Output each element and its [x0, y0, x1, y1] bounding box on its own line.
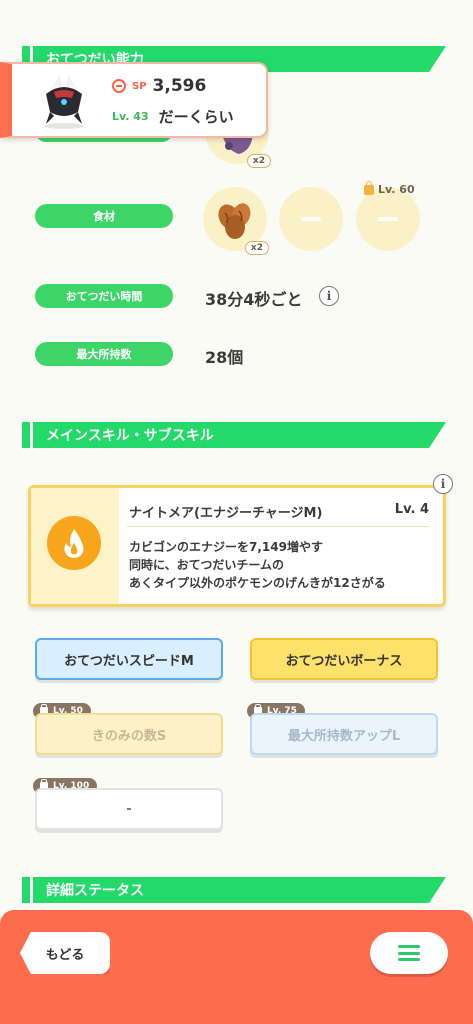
- sub-skill-5[interactable]: -: [35, 788, 223, 830]
- sub-skill-label: きのみの数S: [91, 728, 167, 744]
- level-row: Lv. 43 だーくらい: [112, 106, 234, 127]
- empty-slot-dash: [301, 217, 321, 221]
- max-carry-label: 最大所持数: [76, 348, 132, 361]
- help-time-pill: おてつだい時間: [35, 284, 173, 308]
- sub-skill-label: おてつだいスピードM: [64, 653, 194, 669]
- ingredient-slot-2[interactable]: [279, 187, 343, 251]
- section-header-skills: メインスキル・サブスキル: [22, 422, 446, 448]
- sub-skill-2[interactable]: おてつだいボーナス: [250, 638, 438, 680]
- section-title: 詳細ステータス: [46, 883, 144, 899]
- pokemon-image: [32, 70, 96, 130]
- pokemon-nickname: だーくらい: [158, 108, 234, 126]
- menu-button[interactable]: [370, 932, 448, 974]
- flame-icon: [47, 516, 101, 570]
- section-header-details: 詳細ステータス: [22, 877, 446, 903]
- max-carry-pill: 最大所持数: [35, 342, 173, 366]
- sub-skill-1[interactable]: おてつだいスピードM: [35, 638, 223, 680]
- section-title: メインスキル・サブスキル: [46, 428, 214, 444]
- ingredient-slot-3[interactable]: [356, 187, 420, 251]
- hamburger-icon: [398, 945, 420, 961]
- main-skill-level: Lv. 4: [394, 502, 429, 517]
- skill-icon-panel: [31, 488, 119, 604]
- sp-value: 3,596: [152, 76, 207, 96]
- info-icon[interactable]: i: [319, 286, 339, 306]
- main-skill-name: ナイトメア(エナジーチャージM): [129, 506, 323, 521]
- ingredient-lock-level: Lv. 60: [364, 180, 415, 196]
- max-carry-value: 28個: [205, 348, 244, 367]
- help-time-label: おてつだい時間: [65, 290, 143, 303]
- pokeball-icon: [112, 79, 126, 93]
- sp-label: SP: [132, 80, 147, 92]
- desc-line: カビゴンのエナジーを7,149増やす: [129, 540, 323, 554]
- footer-bar: もどる: [0, 910, 473, 1024]
- desc-line: あくタイプ以外のポケモンのげんきが12さがる: [129, 576, 386, 590]
- ingredients-pill: 食材: [35, 204, 173, 228]
- ingredients-label: 食材: [93, 210, 115, 223]
- back-button-label: もどる: [45, 947, 85, 963]
- divider: [127, 526, 429, 527]
- level-label: Lv. 43: [112, 110, 149, 123]
- sub-skill-4[interactable]: 最大所持数アップL: [250, 713, 438, 755]
- pokemon-header-card: SP 3,596 Lv. 43 だーくらい: [0, 62, 268, 138]
- help-time-value: 38分4秒ごと: [205, 290, 303, 309]
- ingredient-slot-1[interactable]: x2: [203, 187, 269, 255]
- sub-skill-label: -: [126, 801, 132, 817]
- sub-skill-3[interactable]: きのみの数S: [35, 713, 223, 755]
- back-button[interactable]: もどる: [20, 932, 110, 974]
- sub-skill-label: 最大所持数アップL: [287, 728, 401, 744]
- sub-skill-label: おてつだいボーナス: [285, 653, 403, 669]
- empty-slot-dash: [378, 217, 398, 221]
- desc-line: 同時に、おてつだいチームの: [129, 558, 285, 572]
- ingredient-count-badge: x2: [244, 241, 269, 255]
- main-skill-description: カビゴンのエナジーを7,149増やす 同時に、おてつだいチームの あくタイプ以外…: [129, 538, 386, 592]
- lock-level-text: Lv. 60: [378, 183, 415, 196]
- lock-icon: [364, 180, 374, 195]
- sp-row: SP 3,596: [112, 76, 206, 96]
- berry-count-badge: x2: [246, 154, 271, 168]
- skill-info-icon[interactable]: i: [433, 474, 453, 494]
- main-skill-card[interactable]: ナイトメア(エナジーチャージM) Lv. 4 カビゴンのエナジーを7,149増や…: [28, 485, 446, 607]
